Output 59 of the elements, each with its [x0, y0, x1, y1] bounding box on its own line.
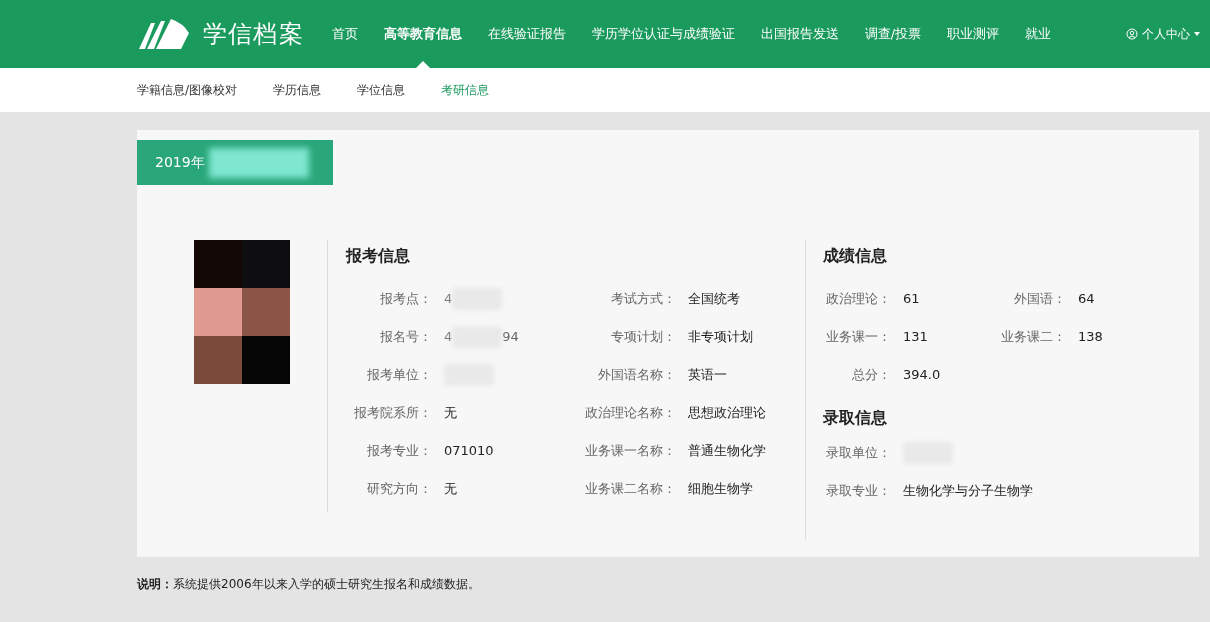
section-heading: 录取信息 — [823, 407, 888, 429]
field-value: 生物化学与分子生物学 — [903, 482, 1033, 501]
field-label: 报名号： — [379, 328, 433, 347]
field-label: 外国语名称： — [597, 366, 677, 385]
field-value: 全国统考 — [688, 290, 740, 309]
field-label: 报考院系所： — [353, 404, 433, 423]
field-value: 4 — [444, 290, 453, 309]
field-value: 英语一 — [688, 366, 727, 385]
field-value: 131 — [903, 328, 928, 347]
field-value: 普通生物化学 — [688, 442, 766, 461]
field-label: 外国语： — [1013, 290, 1067, 309]
field-label: 业务课一： — [825, 328, 892, 347]
field-label: 报考单位： — [366, 366, 433, 385]
field-value: 细胞生物学 — [688, 480, 753, 499]
field-value: 394.0 — [903, 366, 941, 385]
field-label: 报考专业： — [366, 442, 433, 461]
field-label: 业务课一名称： — [584, 442, 677, 461]
nav-link[interactable]: 调查/投票 — [864, 0, 922, 68]
caret-icon — [1194, 32, 1200, 36]
field-label: 业务课二名称： — [584, 480, 677, 499]
field-label: 研究方向： — [366, 480, 433, 499]
section-heading: 成绩信息 — [823, 245, 888, 267]
note-label: 说明： — [137, 576, 173, 593]
record-title: 2019年 — [155, 153, 205, 172]
nav-link[interactable]: 在线验证报告 — [487, 0, 566, 68]
field-value: 无 — [444, 404, 457, 423]
user-icon — [1126, 28, 1138, 40]
field-value: 无 — [444, 480, 457, 499]
nav-link[interactable]: 首页 — [331, 0, 358, 68]
field-value: 64 — [1078, 290, 1095, 309]
section-heading: 报考信息 — [346, 245, 411, 267]
field-value: 非专项计划 — [688, 328, 753, 347]
field-value: 思想政治理论 — [688, 404, 766, 423]
field-label: 总分： — [851, 366, 892, 385]
field-label: 政治理论： — [825, 290, 892, 309]
field-label: 报考点： — [379, 290, 433, 309]
brand-name: 学信档案 — [203, 19, 304, 50]
field-label: 政治理论名称： — [584, 404, 677, 423]
nav-link[interactable]: 职业测评 — [947, 0, 1000, 68]
field-value: 94 — [502, 328, 519, 347]
sub-nav-link[interactable]: 学历信息 — [273, 81, 322, 99]
field-value: 071010 — [444, 442, 494, 461]
field-label: 考试方式： — [610, 290, 677, 309]
nav-link[interactable]: 出国报告发送 — [760, 0, 839, 68]
logo-icon — [137, 17, 191, 51]
user-menu[interactable]: 个人中心 — [1126, 25, 1200, 43]
sub-nav-link[interactable]: 学籍信息/图像校对 — [137, 81, 238, 99]
field-value: 61 — [903, 290, 920, 309]
sub-nav-link[interactable]: 学位信息 — [357, 81, 406, 99]
field-label: 录取单位： — [825, 444, 892, 463]
sub-nav-link[interactable]: 考研信息 — [441, 81, 490, 99]
nav-link[interactable]: 学历学位认证与成绩验证 — [591, 0, 735, 68]
note-text: 系统提供2006年以来入学的硕士研究生报名和成绩数据。 — [173, 576, 480, 593]
field-label: 录取专业： — [825, 482, 892, 501]
nav-link[interactable]: 就业 — [1025, 0, 1052, 68]
field-label: 业务课二： — [1000, 328, 1067, 347]
field-label: 专项计划： — [610, 328, 677, 347]
field-value: 4 — [444, 328, 453, 347]
field-value: 138 — [1078, 328, 1103, 347]
